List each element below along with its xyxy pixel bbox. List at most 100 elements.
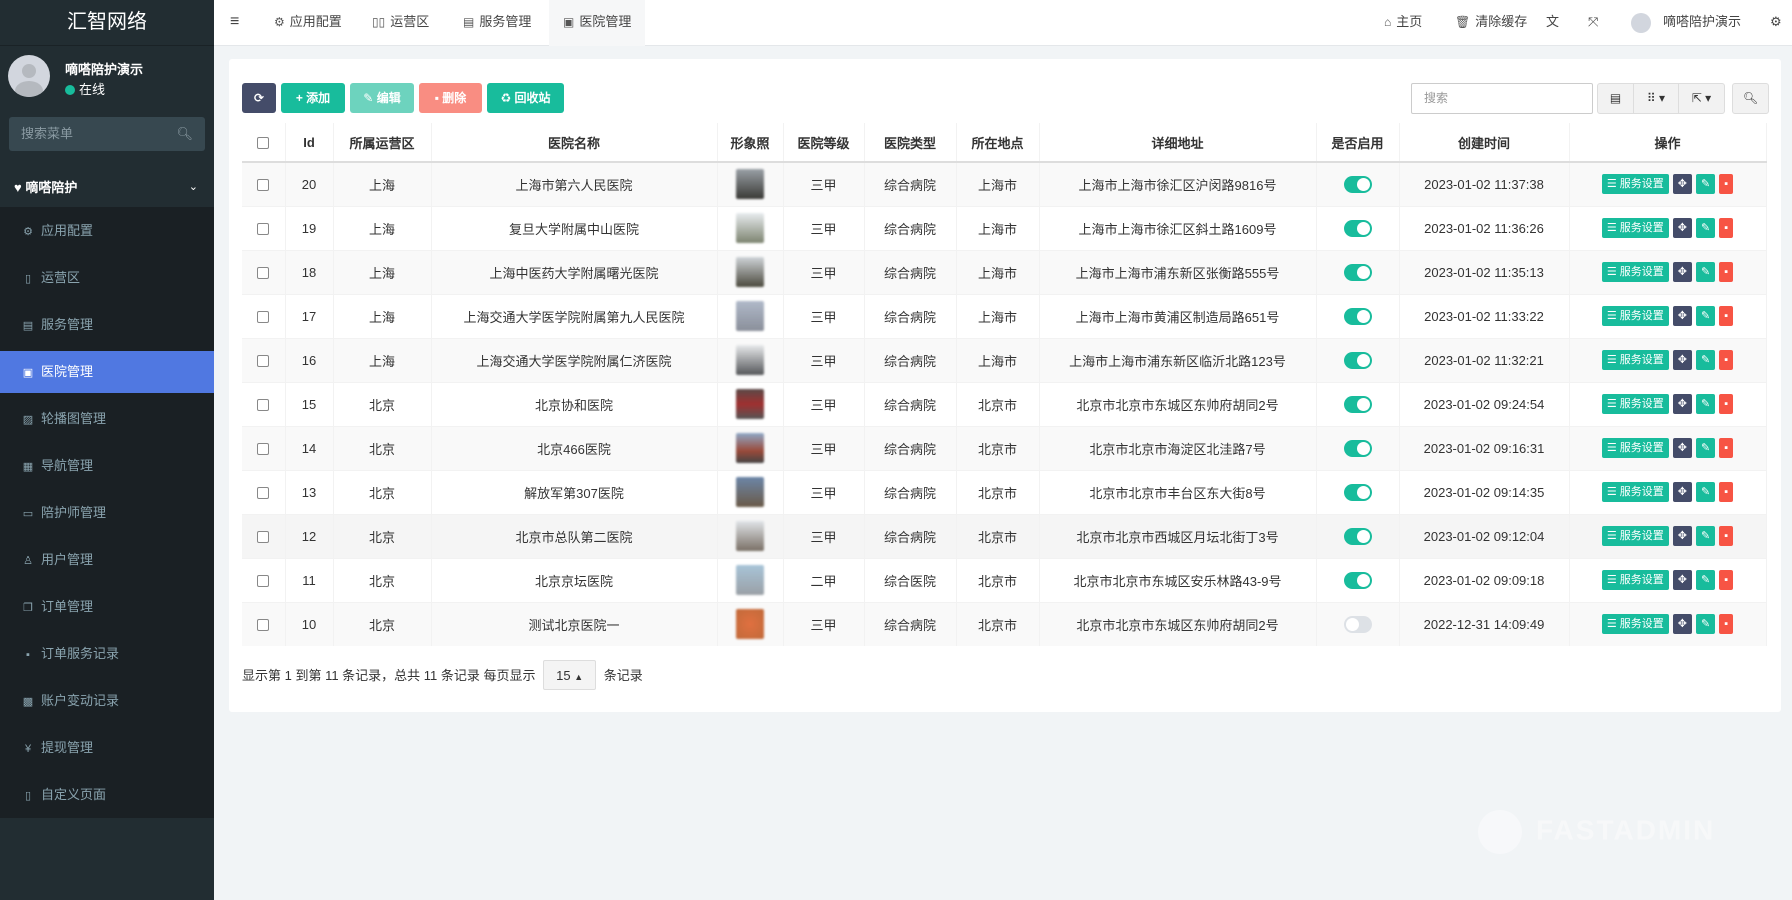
delete-row-button[interactable]: ▪ bbox=[1719, 218, 1734, 238]
drag-sort-button[interactable]: ✥ bbox=[1672, 306, 1692, 326]
hospital-photo[interactable] bbox=[736, 477, 764, 507]
sidebar-item-11[interactable]: ¥ 提现管理 bbox=[0, 724, 214, 771]
tab-service-management[interactable]: ▤ 服务管理 bbox=[463, 0, 531, 46]
tab-app-config[interactable]: ⚙ 应用配置 bbox=[274, 0, 342, 46]
delete-row-button[interactable]: ▪ bbox=[1719, 174, 1734, 195]
hospital-photo[interactable] bbox=[736, 169, 764, 200]
hospital-photo[interactable] bbox=[736, 609, 764, 640]
tab-operation-area[interactable]: ▯▯ 运营区 bbox=[372, 0, 429, 46]
fullscreen-icon[interactable]: ⤧ bbox=[1588, 0, 1598, 46]
service-settings-button[interactable]: ☰ 服务设置 bbox=[1601, 262, 1669, 282]
enabled-toggle[interactable] bbox=[1343, 175, 1372, 193]
edit-row-button[interactable]: ✎ bbox=[1696, 218, 1716, 238]
edit-row-button[interactable]: ✎ bbox=[1696, 350, 1716, 370]
edit-row-button[interactable]: ✎ bbox=[1696, 438, 1716, 458]
row-checkbox[interactable] bbox=[242, 557, 286, 602]
drag-sort-button[interactable]: ✥ bbox=[1672, 526, 1692, 546]
hospital-photo[interactable] bbox=[736, 521, 764, 551]
enabled-toggle[interactable] bbox=[1343, 571, 1372, 589]
edit-row-button[interactable]: ✎ bbox=[1696, 174, 1716, 195]
service-settings-button[interactable]: ☰ 服务设置 bbox=[1601, 350, 1669, 370]
add-button[interactable]: + 添加 bbox=[281, 83, 345, 113]
hospital-photo[interactable] bbox=[736, 433, 764, 463]
edit-row-button[interactable]: ✎ bbox=[1696, 306, 1716, 326]
tab-hospital-management[interactable]: ▣ 医院管理 bbox=[549, 0, 646, 46]
delete-row-button[interactable]: ▪ bbox=[1719, 438, 1734, 458]
delete-row-button[interactable]: ▪ bbox=[1719, 350, 1734, 370]
select-all-checkbox[interactable] bbox=[242, 123, 286, 163]
row-checkbox[interactable] bbox=[242, 601, 286, 646]
edit-row-button[interactable]: ✎ bbox=[1696, 526, 1716, 546]
language-icon[interactable]: 文 bbox=[1546, 0, 1559, 46]
enabled-toggle[interactable] bbox=[1343, 263, 1372, 281]
service-settings-button[interactable]: ☰ 服务设置 bbox=[1601, 218, 1669, 238]
enabled-toggle[interactable] bbox=[1343, 219, 1372, 237]
edit-row-button[interactable]: ✎ bbox=[1696, 262, 1716, 282]
menu-toggle-icon[interactable]: ≡ bbox=[230, 0, 239, 46]
sidebar-item-1[interactable]: ▯ 运营区 bbox=[0, 254, 214, 301]
user-avatar[interactable] bbox=[1631, 13, 1651, 33]
enabled-toggle[interactable] bbox=[1343, 615, 1372, 633]
column-header[interactable]: 详细地址 bbox=[1039, 123, 1317, 163]
row-checkbox[interactable] bbox=[242, 205, 286, 250]
toggle-view-button[interactable]: ▤ bbox=[1597, 83, 1634, 114]
edit-row-button[interactable]: ✎ bbox=[1696, 482, 1716, 502]
column-header[interactable]: 创建时间 bbox=[1399, 123, 1570, 163]
hospital-photo[interactable] bbox=[736, 301, 764, 331]
drag-sort-button[interactable]: ✥ bbox=[1672, 438, 1692, 458]
sidebar-item-12[interactable]: ▯ 自定义页面 bbox=[0, 771, 214, 818]
enabled-toggle[interactable] bbox=[1343, 527, 1372, 545]
edit-button[interactable]: ✎ 编辑 bbox=[350, 83, 414, 113]
row-checkbox[interactable] bbox=[242, 249, 286, 294]
row-checkbox[interactable] bbox=[242, 337, 286, 382]
hospital-photo[interactable] bbox=[736, 389, 764, 419]
enabled-toggle[interactable] bbox=[1343, 395, 1372, 413]
drag-sort-button[interactable]: ✥ bbox=[1672, 218, 1692, 238]
delete-row-button[interactable]: ▪ bbox=[1719, 482, 1734, 502]
sidebar-item-8[interactable]: ❐ 订单管理 bbox=[0, 583, 214, 630]
service-settings-button[interactable]: ☰ 服务设置 bbox=[1601, 482, 1669, 502]
home-link[interactable]: ⌂ 主页 bbox=[1384, 0, 1422, 46]
drag-sort-button[interactable]: ✥ bbox=[1672, 614, 1692, 635]
delete-row-button[interactable]: ▪ bbox=[1719, 526, 1734, 546]
service-settings-button[interactable]: ☰ 服务设置 bbox=[1601, 438, 1669, 458]
column-header[interactable]: 形象照 bbox=[717, 123, 784, 163]
delete-row-button[interactable]: ▪ bbox=[1719, 614, 1734, 635]
sidebar-item-7[interactable]: ♙ 用户管理 bbox=[0, 536, 214, 583]
delete-row-button[interactable]: ▪ bbox=[1719, 306, 1734, 326]
refresh-button[interactable]: ⟳ bbox=[242, 83, 276, 113]
enabled-toggle[interactable] bbox=[1343, 483, 1372, 501]
row-checkbox[interactable] bbox=[242, 161, 286, 206]
column-header[interactable]: 医院类型 bbox=[864, 123, 957, 163]
drag-sort-button[interactable]: ✥ bbox=[1672, 262, 1692, 282]
hospital-photo[interactable] bbox=[736, 257, 764, 287]
drag-sort-button[interactable]: ✥ bbox=[1672, 394, 1692, 414]
column-header[interactable]: Id bbox=[285, 123, 334, 163]
service-settings-button[interactable]: ☰ 服务设置 bbox=[1601, 306, 1669, 326]
advanced-search-button[interactable]: 🔍︎ bbox=[1732, 83, 1769, 114]
sidebar-item-4[interactable]: ▨ 轮播图管理 bbox=[0, 395, 214, 442]
menu-search-input[interactable]: 搜索菜单 🔍︎ bbox=[9, 117, 205, 151]
sidebar-item-0[interactable]: ⚙ 应用配置 bbox=[0, 207, 214, 254]
column-header[interactable]: 所属运营区 bbox=[333, 123, 432, 163]
table-search-input[interactable]: 搜索 bbox=[1411, 83, 1593, 114]
column-header[interactable]: 所在地点 bbox=[956, 123, 1040, 163]
sidebar-item-5[interactable]: ▦ 导航管理 bbox=[0, 442, 214, 489]
columns-dropdown[interactable]: ⠿ ▾ bbox=[1633, 83, 1679, 114]
sidebar-item-9[interactable]: ▪ 订单服务记录 bbox=[0, 630, 214, 677]
enabled-toggle[interactable] bbox=[1343, 307, 1372, 325]
column-header[interactable]: 医院名称 bbox=[431, 123, 718, 163]
enabled-toggle[interactable] bbox=[1343, 351, 1372, 369]
service-settings-button[interactable]: ☰ 服务设置 bbox=[1601, 526, 1669, 546]
hospital-photo[interactable] bbox=[736, 565, 764, 595]
service-settings-button[interactable]: ☰ 服务设置 bbox=[1601, 570, 1669, 590]
sidebar-item-6[interactable]: ▭ 陪护师管理 bbox=[0, 489, 214, 536]
export-dropdown[interactable]: ⇱ ▾ bbox=[1678, 83, 1725, 114]
edit-row-button[interactable]: ✎ bbox=[1696, 614, 1716, 635]
service-settings-button[interactable]: ☰ 服务设置 bbox=[1601, 614, 1669, 635]
enabled-toggle[interactable] bbox=[1343, 439, 1372, 457]
row-checkbox[interactable] bbox=[242, 381, 286, 426]
delete-button[interactable]: ▪ 删除 bbox=[419, 83, 482, 113]
hospital-photo[interactable] bbox=[736, 345, 764, 375]
edit-row-button[interactable]: ✎ bbox=[1696, 394, 1716, 414]
